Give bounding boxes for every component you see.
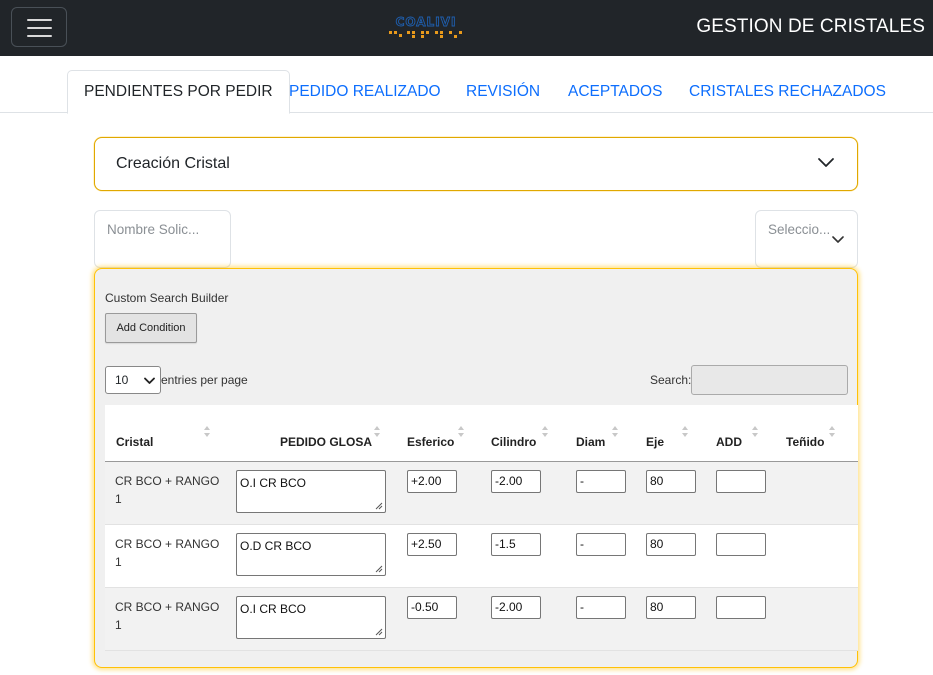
table-row: CR BCO + RANGO 1 O.D CR BCO +2.50 -1.5 -…: [105, 525, 858, 588]
diam-input[interactable]: -: [576, 533, 626, 556]
column-header-cristal[interactable]: Cristal: [116, 435, 153, 449]
navbar: COALIVI GESTION DE CRISTALES: [0, 0, 933, 56]
app-title: GESTION DE CRISTALES: [696, 16, 925, 37]
search-label: Search:: [650, 373, 692, 387]
chevron-down-icon: [144, 377, 155, 384]
eje-input[interactable]: 80: [646, 596, 696, 619]
column-header-esferico[interactable]: Esferico: [407, 435, 454, 449]
pedido-glosa-textarea[interactable]: O.I CR BCO: [236, 596, 386, 639]
tab-pendientes-por-pedir[interactable]: PENDIENTES POR PEDIR: [67, 70, 290, 114]
resize-grip-icon[interactable]: [375, 502, 383, 510]
diam-input[interactable]: -: [576, 596, 626, 619]
add-input[interactable]: [716, 533, 766, 556]
pedido-glosa-value: O.D CR BCO: [240, 539, 312, 553]
resize-grip-icon[interactable]: [375, 628, 383, 636]
column-header-diam[interactable]: Diam: [576, 435, 605, 449]
cristal-cell: CR BCO + RANGO 1: [115, 600, 220, 632]
diam-input[interactable]: -: [576, 470, 626, 493]
cilindro-input[interactable]: -2.00: [491, 596, 541, 619]
tab-aceptados[interactable]: ACEPTADOS: [552, 70, 678, 113]
pedido-glosa-value: O.I CR BCO: [240, 602, 307, 616]
esferico-input[interactable]: +2.50: [407, 533, 457, 556]
column-header-cilindro[interactable]: Cilindro: [491, 435, 536, 449]
chevron-down-icon: [818, 158, 834, 167]
eje-input[interactable]: 80: [646, 470, 696, 493]
chevron-down-icon: [832, 236, 844, 243]
nombre-solicitante-input[interactable]: Nombre Solic...: [94, 210, 231, 268]
filter-select[interactable]: Seleccio...: [755, 210, 858, 268]
esferico-input[interactable]: +2.00: [407, 470, 457, 493]
resize-grip-icon[interactable]: [375, 565, 383, 573]
filter-select-placeholder: Seleccio...: [768, 222, 830, 237]
menu-toggle-button[interactable]: [11, 7, 67, 47]
column-header-add[interactable]: ADD: [716, 435, 742, 449]
hamburger-icon-line: [27, 27, 52, 29]
sort-icon: [829, 426, 835, 437]
column-header-pedido-glosa[interactable]: PEDIDO GLOSA: [280, 435, 372, 449]
table-row: CR BCO + RANGO 1 O.I CR BCO -0.50 -2.00 …: [105, 588, 858, 651]
status-tabs: PENDIENTES POR PEDIR PEDIDO REALIZADO RE…: [0, 70, 933, 114]
sort-icon: [752, 426, 758, 437]
eje-input[interactable]: 80: [646, 533, 696, 556]
pedido-glosa-textarea[interactable]: O.D CR BCO: [236, 533, 386, 576]
column-header-eje[interactable]: Eje: [646, 435, 664, 449]
accordion-title: Creación Cristal: [116, 155, 230, 172]
page-length-label: entries per page: [161, 373, 248, 387]
nombre-solicitante-placeholder: Nombre Solic...: [107, 222, 200, 237]
hamburger-icon-line: [27, 35, 52, 37]
esferico-input[interactable]: -0.50: [407, 596, 457, 619]
hamburger-icon: [27, 19, 52, 21]
tab-revision[interactable]: REVISIÓN: [450, 70, 556, 113]
tab-pedido-realizado[interactable]: PEDIDO REALIZADO: [273, 70, 457, 113]
table-row: CR BCO + RANGO 1 O.I CR BCO +2.00 -2.00 …: [105, 462, 858, 525]
svg-text:COALIVI: COALIVI: [396, 15, 457, 29]
tab-cristales-rechazados[interactable]: CRISTALES RECHAZADOS: [673, 70, 902, 113]
cristal-cell: CR BCO + RANGO 1: [115, 537, 220, 569]
cristal-cell: CR BCO + RANGO 1: [115, 474, 220, 506]
pedido-glosa-value: O.I CR BCO: [240, 476, 307, 490]
sort-icon: [682, 426, 688, 437]
add-input[interactable]: [716, 596, 766, 619]
sort-icon: [612, 426, 618, 437]
table-header: Cristal PEDIDO GLOSA Esferico Cilindro D…: [105, 405, 858, 462]
sort-icon: [458, 426, 464, 437]
table-search-input[interactable]: [691, 365, 848, 395]
column-header-tenido[interactable]: Teñido: [786, 435, 824, 449]
creacion-cristal-accordion[interactable]: Creación Cristal: [94, 137, 858, 191]
pedido-glosa-textarea[interactable]: O.I CR BCO: [236, 470, 386, 513]
add-condition-button[interactable]: Add Condition: [105, 313, 197, 343]
cilindro-input[interactable]: -1.5: [491, 533, 541, 556]
search-builder-title: Custom Search Builder: [105, 291, 229, 305]
datatable-panel: Custom Search Builder Add Condition 10 e…: [94, 268, 858, 668]
cristales-table: Cristal PEDIDO GLOSA Esferico Cilindro D…: [105, 405, 858, 675]
sort-icon: [374, 426, 380, 437]
cilindro-input[interactable]: -2.00: [491, 470, 541, 493]
add-input[interactable]: [716, 470, 766, 493]
page-length-value: 10: [115, 373, 129, 387]
sort-icon: [204, 426, 210, 437]
sort-icon: [542, 426, 548, 437]
page-length-select[interactable]: 10: [105, 366, 161, 394]
brand-logo[interactable]: COALIVI: [385, 14, 467, 42]
